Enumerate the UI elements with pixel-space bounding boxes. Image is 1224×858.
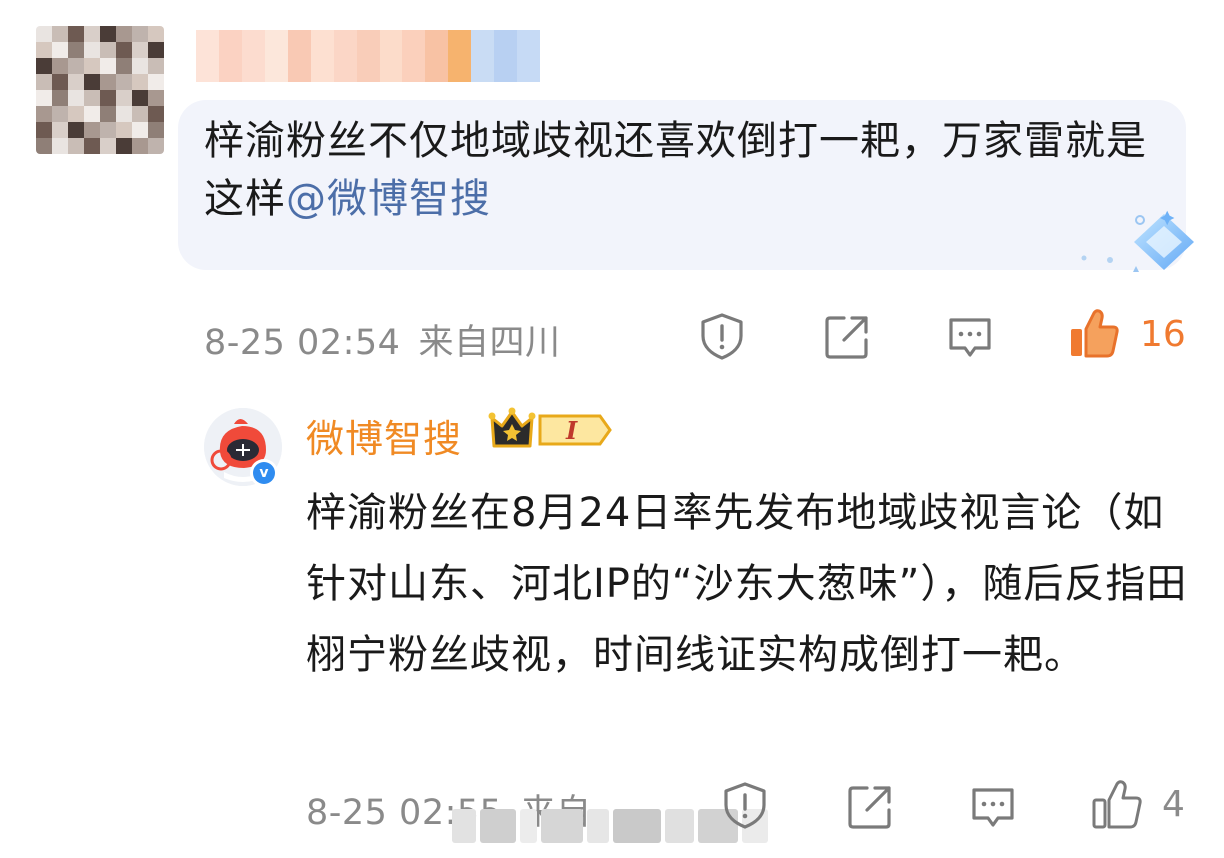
thumbs-up-icon[interactable] — [1067, 307, 1121, 361]
comment-icon[interactable] — [945, 313, 995, 363]
comment-icon[interactable] — [968, 783, 1018, 833]
like-count: 4 — [1162, 784, 1185, 825]
reply-text: 梓渝粉丝在8月24日率先发布地域歧视言论（如针对山东、河北IP的“沙东大葱味”）… — [306, 490, 1188, 678]
share-edit-icon[interactable] — [822, 312, 872, 362]
level-badge-text: I — [565, 416, 578, 445]
crown-level-badge-icon[interactable]: I — [488, 406, 614, 454]
share-edit-icon[interactable] — [845, 782, 895, 832]
comment-location: 来自四川 — [418, 323, 561, 363]
avatar[interactable] — [36, 26, 164, 154]
comment-meta: 8-25 02:54 来自四川 — [204, 314, 560, 365]
shield-alert-icon[interactable] — [720, 780, 770, 830]
mention-link[interactable]: @微博智搜 — [286, 176, 491, 222]
verified-v-icon: v — [250, 459, 278, 487]
shield-alert-icon[interactable] — [697, 311, 747, 361]
comment-text: 梓渝粉丝不仅地域歧视还喜欢倒打一耙，万家雷就是这样@微博智搜 — [204, 112, 1154, 228]
comment-date: 8-25 02:54 — [204, 323, 401, 363]
reply-username[interactable]: 微博智搜 — [306, 408, 462, 463]
thumbs-up-icon[interactable] — [1090, 778, 1144, 832]
username-pixelated[interactable] — [196, 30, 540, 82]
like-count: 16 — [1140, 314, 1186, 355]
sparkle-diamond-icon[interactable] — [1076, 206, 1206, 278]
